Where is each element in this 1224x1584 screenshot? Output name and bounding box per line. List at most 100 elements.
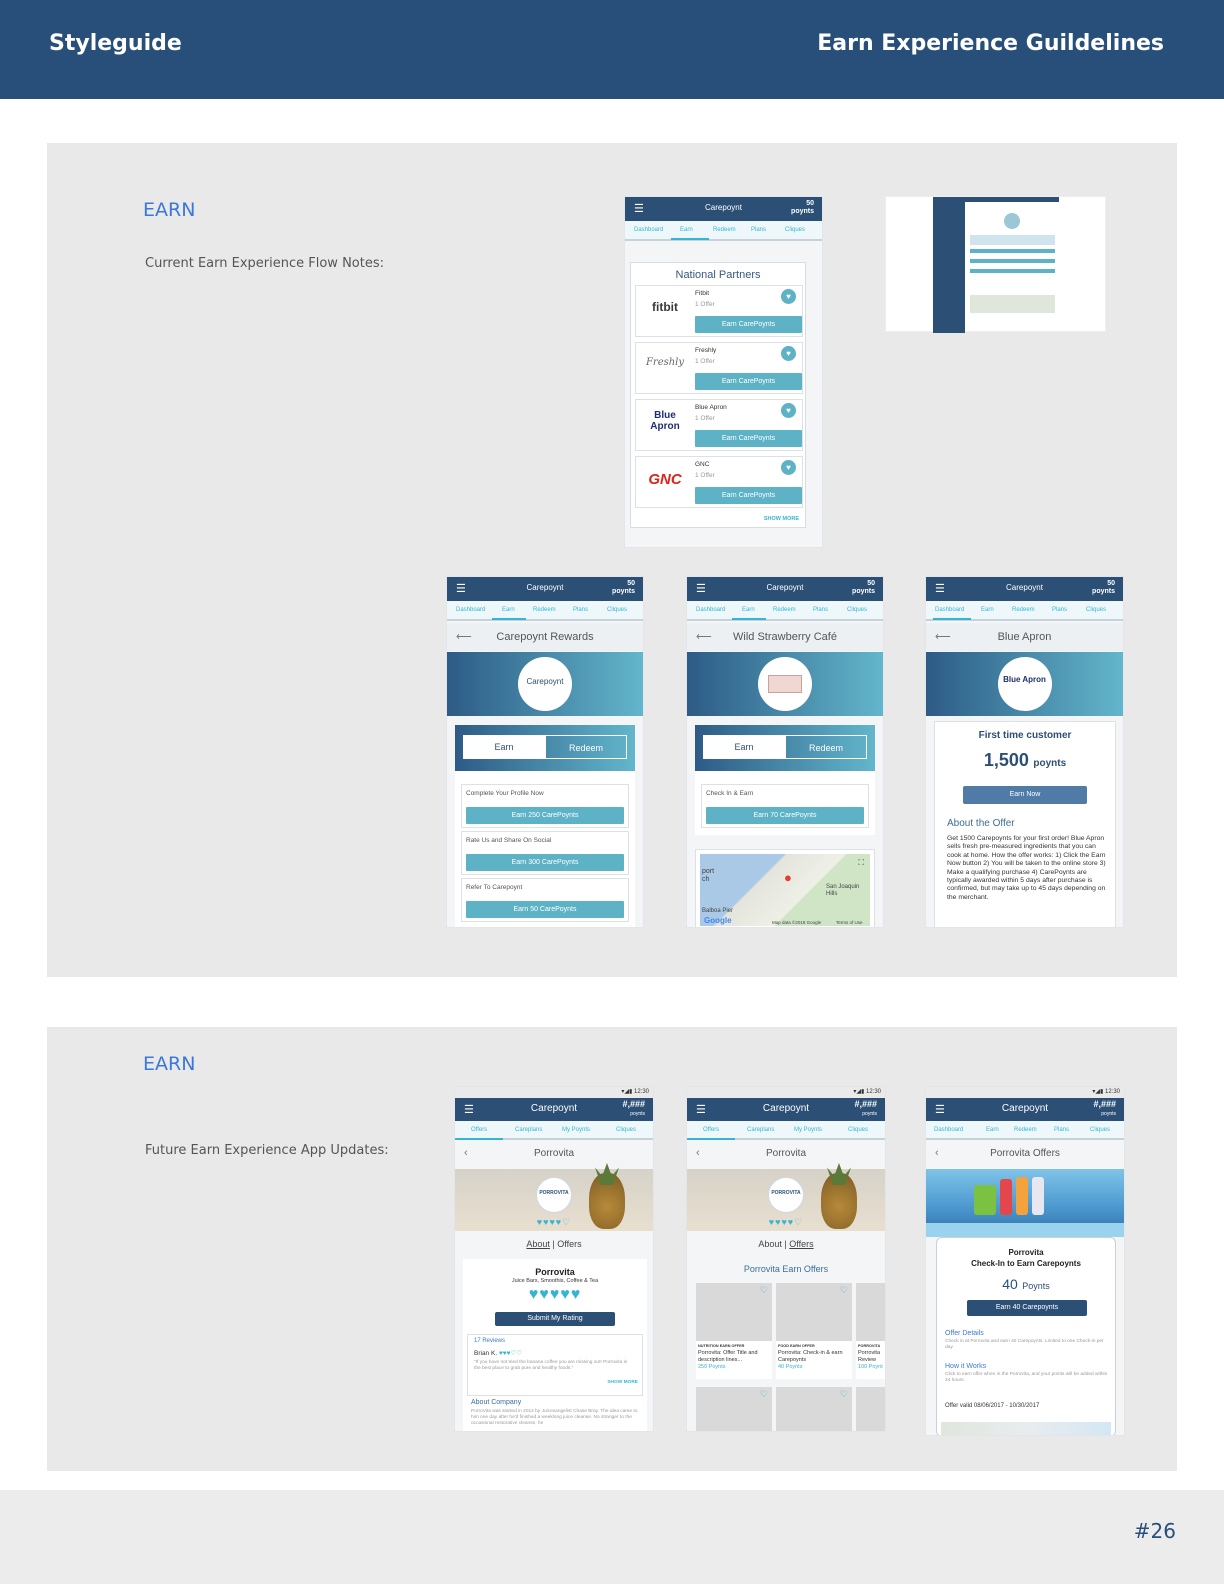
map-pin-icon: ● <box>784 870 792 885</box>
tab-earn[interactable]: Earn <box>981 607 994 613</box>
juice-bottle-image <box>1032 1177 1044 1215</box>
tab-plans[interactable]: Plans <box>1052 607 1067 613</box>
earn-button[interactable]: Earn 50 CarePoynts <box>466 901 624 918</box>
earn-carepoynts-button[interactable]: Earn 40 Carepoynts <box>967 1300 1087 1316</box>
offer-tile[interactable]: ♡ FOOD EARN OFFER Porrovita: Check-in & … <box>776 1283 852 1379</box>
page-subtitle: Earn Experience Guildelines <box>817 31 1164 56</box>
tab-earn[interactable]: Earn <box>502 607 515 613</box>
show-more-link[interactable]: SHOW MORE <box>607 1380 638 1385</box>
offer-tile[interactable]: ♡ <box>696 1387 772 1431</box>
brand-badge: PORROVITA <box>768 1177 804 1213</box>
about-link[interactable]: About <box>758 1239 782 1249</box>
offer-caption: FOOD EARN OFFER Porrovita: Check-in & ea… <box>776 1341 852 1379</box>
earn-now-button[interactable]: Earn Now <box>963 786 1087 804</box>
points-indicator: #,### poynts <box>854 1099 877 1118</box>
tab-redeem[interactable]: Redeem <box>1012 607 1035 613</box>
offers-link[interactable]: Offers <box>557 1239 581 1249</box>
heart-outline-icon[interactable]: ♡ <box>840 1285 848 1296</box>
tab-dashboard[interactable]: Dashboard <box>934 1127 963 1133</box>
tab-careplans[interactable]: Careplans <box>747 1127 774 1133</box>
tab-plans[interactable]: Plans <box>813 607 828 613</box>
active-tab-indicator <box>732 618 766 620</box>
map[interactable]: port ch San Joaquin Hills Balboa Pier Go… <box>700 854 870 926</box>
location-map[interactable] <box>941 1422 1111 1435</box>
tab-careplans[interactable]: Careplans <box>515 1127 542 1133</box>
offer-tile[interactable] <box>856 1387 885 1431</box>
about-link[interactable]: About <box>526 1239 550 1249</box>
reviews-count[interactable]: 17 Reviews <box>474 1338 505 1344</box>
toggle-redeem[interactable]: Redeem <box>785 735 867 759</box>
about-offers-switch: About | Offers <box>758 1239 814 1249</box>
reviewer: Brian K. ♥♥♥♡♡ <box>474 1350 523 1357</box>
show-more-link[interactable]: SHOW MORE <box>764 516 799 522</box>
tab-dashboard[interactable]: Dashboard <box>696 607 725 613</box>
tab-plans[interactable]: Plans <box>573 607 588 613</box>
earn-item-label: Complete Your Profile Now <box>466 790 544 797</box>
offer-points: 40 Poynts <box>1002 1276 1050 1292</box>
tab-cliques[interactable]: Cliques <box>848 1127 868 1133</box>
tab-cliques[interactable]: Cliques <box>785 227 805 233</box>
heart-icon[interactable]: ♥ <box>781 403 796 418</box>
tab-redeem[interactable]: Redeem <box>713 227 736 233</box>
brand-badge-text: PORROVITA <box>539 1190 569 1196</box>
toggle-earn[interactable]: Earn <box>463 735 545 759</box>
tab-redeem[interactable]: Redeem <box>533 607 556 613</box>
map-label: Balboa Pier <box>702 908 734 914</box>
heart-outline-icon[interactable]: ♡ <box>760 1285 768 1296</box>
tab-redeem[interactable]: Redeem <box>1014 1127 1037 1133</box>
tab-offers[interactable]: Offers <box>703 1127 719 1133</box>
offer-points: 1,500 poynts <box>983 750 1067 770</box>
rating-input-hearts[interactable]: ♥♥♥♥♥ <box>463 1286 647 1304</box>
tab-cliques[interactable]: Cliques <box>1086 607 1106 613</box>
heart-icon[interactable]: ♥ <box>781 289 796 304</box>
tab-my-poynts[interactable]: My Poynts <box>562 1127 590 1133</box>
freshly-logo: Freshly <box>645 357 685 368</box>
tab-earn[interactable]: Earn <box>742 607 755 613</box>
desktop-map <box>970 295 1055 313</box>
fullscreen-icon[interactable]: ⛶ <box>858 858 864 868</box>
app-topbar: ☰ Carepoynt 50 poynts <box>625 197 822 221</box>
screen-title: Blue Apron <box>997 631 1052 643</box>
blue-apron-logo: Blue Apron <box>650 410 680 432</box>
tab-cliques[interactable]: Cliques <box>607 607 627 613</box>
heart-icon[interactable]: ♥ <box>781 346 796 361</box>
page-footer <box>0 1490 1224 1584</box>
section-note: Current Earn Experience Flow Notes: <box>145 256 384 271</box>
subheader: ‹ Porrovita <box>687 1142 885 1168</box>
offers-link[interactable]: Offers <box>789 1239 813 1249</box>
earn-carepoynts-button[interactable]: Earn CarePoynts <box>695 430 802 447</box>
tab-redeem[interactable]: Redeem <box>773 607 796 613</box>
tab-cliques[interactable]: Cliques <box>616 1127 636 1133</box>
earn-carepoynts-button[interactable]: Earn CarePoynts <box>695 487 802 504</box>
tab-plans[interactable]: Plans <box>1054 1127 1069 1133</box>
submit-rating-button[interactable]: Submit My Rating <box>495 1312 615 1326</box>
partner-row: Freshly Freshly 1 Offer ♥ Earn CarePoynt… <box>635 342 803 394</box>
phone-porrovita-offer-detail: ▾◢▮ 12:30 ☰ Carepoynt #,### poynts Dashbo… <box>925 1086 1125 1436</box>
tab-dashboard[interactable]: Dashboard <box>634 227 663 233</box>
heart-outline-icon[interactable]: ♡ <box>840 1389 848 1400</box>
earn-button[interactable]: Earn 70 CarePoynts <box>706 807 864 824</box>
tab-plans[interactable]: Plans <box>751 227 766 233</box>
earn-button[interactable]: Earn 300 CarePoynts <box>466 854 624 871</box>
tab-dashboard[interactable]: Dashboard <box>456 607 485 613</box>
heart-outline-icon[interactable]: ♡ <box>760 1389 768 1400</box>
earn-carepoynts-button[interactable]: Earn CarePoynts <box>695 316 802 333</box>
offer-tile[interactable]: ♡ <box>776 1387 852 1431</box>
app-topbar: ☰ Carepoynt 50 poynts <box>926 577 1123 601</box>
tab-earn[interactable]: Earn <box>680 227 693 233</box>
tab-offers[interactable]: Offers <box>471 1127 487 1133</box>
toggle-redeem[interactable]: Redeem <box>545 735 627 759</box>
heart-icon[interactable]: ♥ <box>781 460 796 475</box>
tab-cliques[interactable]: Cliques <box>847 607 867 613</box>
offer-tile[interactable]: ♡ NUTRITION EARN OFFER Porrovita: Offer … <box>696 1283 772 1379</box>
tab-cliques[interactable]: Cliques <box>1090 1127 1110 1133</box>
offer-tile[interactable]: PORROVITA Porrovita Review 100 Poynt <box>856 1283 885 1379</box>
tab-my-poynts[interactable]: My Poynts <box>794 1127 822 1133</box>
earn-item-label: Rate Us and Share On Social <box>466 837 552 844</box>
toggle-earn[interactable]: Earn <box>703 735 785 759</box>
earn-carepoynts-button[interactable]: Earn CarePoynts <box>695 373 802 390</box>
tab-earn[interactable]: Earn <box>986 1127 999 1133</box>
earn-button[interactable]: Earn 250 CarePoynts <box>466 807 624 824</box>
offer-validity: Offer valid 08/06/2017 - 10/30/2017 <box>945 1403 1040 1409</box>
tab-dashboard[interactable]: Dashboard <box>935 607 964 613</box>
